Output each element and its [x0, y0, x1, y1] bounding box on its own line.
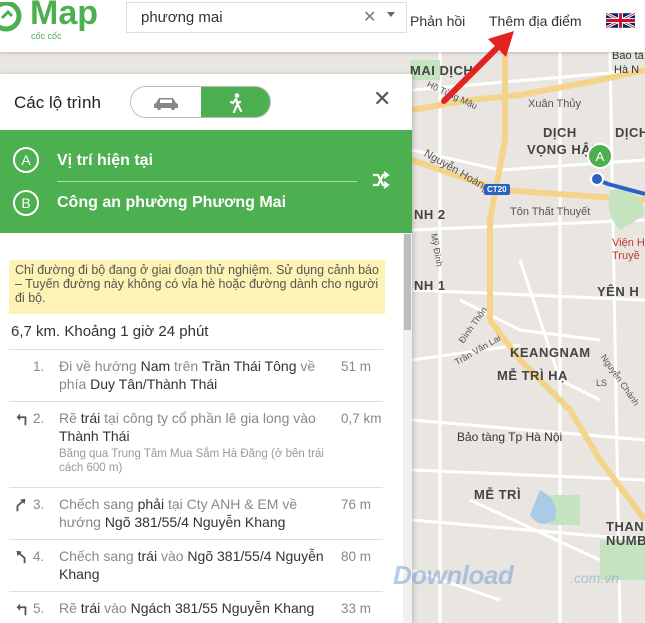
car-mode-button[interactable] — [131, 87, 201, 117]
step-instruction: Đi về hướng Nam trên Trần Thái Tông về p… — [59, 357, 334, 393]
clear-icon[interactable]: ✕ — [363, 7, 376, 27]
step-text: tại công ty cổ phần lê gia long vào — [100, 410, 316, 426]
step-number: 5. — [33, 601, 45, 616]
map-label-thanh: THANH — [606, 519, 645, 534]
step-text: Rẽ — [59, 410, 81, 426]
map-label-vien[interactable]: Viện H — [612, 237, 645, 249]
step-text: Chếch sang — [59, 496, 138, 512]
map-label-ls: LS — [596, 378, 608, 388]
step-text: vào — [100, 600, 131, 616]
search-input[interactable] — [141, 9, 351, 26]
map-label-numb: NUMB — [606, 533, 645, 548]
logo-subtext: cốc cốc — [31, 31, 62, 41]
step-text: Rẽ — [59, 600, 81, 616]
map-label-xuan-thuy: Xuân Thủy — [528, 98, 582, 110]
step-number: 1. — [33, 359, 45, 374]
map-marker-a-icon[interactable]: A — [585, 142, 615, 190]
step-text: Đi về hướng — [59, 358, 141, 374]
map-label-keangnam: KEANGNAM — [510, 345, 591, 360]
panel-scrollbar-thumb[interactable] — [404, 234, 411, 330]
step-highlight: Ngách 381/55 Nguyễn Khang — [130, 600, 315, 616]
route-panel: Các lộ trình ✕ A Vị trí hiện tại B Công — [0, 74, 412, 623]
close-icon[interactable]: ✕ — [373, 88, 391, 110]
waypoint-a-label[interactable]: Vị trí hiện tại — [57, 152, 153, 170]
walk-icon — [229, 93, 243, 113]
direction-step[interactable]: 5. Rẽ trái vào Ngách 381/55 Nguyễn Khang 3… — [9, 591, 383, 623]
waypoint-b-label[interactable]: Công an phường Phương Mai — [57, 194, 286, 212]
step-text: trên — [170, 358, 202, 374]
step-text: vào — [157, 548, 188, 564]
waypoint-b-badge: B — [13, 190, 39, 216]
step-distance: 51 m — [341, 359, 372, 374]
step-highlight: trái — [80, 410, 101, 426]
svg-text:A: A — [596, 149, 605, 164]
step-highlight: trái — [80, 600, 101, 616]
step-instruction: Rẽ trái vào Ngách 381/55 Nguyễn Khang — [59, 599, 334, 617]
travel-mode-toggle — [130, 86, 271, 118]
direction-step[interactable]: 2. Rẽ trái tại công ty cổ phần lê gia lon… — [9, 401, 383, 487]
watermark-suffix: .com.vn — [570, 570, 620, 586]
map-label-nh1: NH 1 — [414, 278, 446, 293]
step-highlight: Ngõ 381/55/4 Nguyễn Khang — [104, 514, 286, 530]
step-distance: 76 m — [341, 497, 372, 512]
step-text: Chếch sang — [59, 548, 138, 564]
direction-step[interactable]: 4. Chếch sang trái vào Ngõ 381/55/4 Nguyễ… — [9, 539, 383, 591]
swap-icon[interactable] — [370, 170, 390, 190]
waypoints-box: A Vị trí hiện tại B Công an phường Phươn… — [0, 130, 412, 233]
map-label-dich: DỊCH — [543, 125, 577, 140]
direction-steps: 1. Đi về hướng Nam trên Trần Thái Tông về… — [9, 349, 383, 623]
step-highlight: Thành Thái — [59, 428, 130, 444]
walk-mode-button[interactable] — [201, 87, 270, 117]
step-highlight: phải — [137, 496, 165, 512]
walking-warning: Chỉ đường đi bộ đang ở giai đoạn thử ngh… — [9, 260, 385, 314]
watermark: Download — [393, 560, 514, 590]
search-box[interactable]: ✕ — [126, 2, 407, 33]
ct20-badge: CT20 — [484, 184, 510, 195]
map-label-ton-that-thuyet: Tôn Thất Thuyết — [510, 206, 591, 218]
turn-left-icon — [16, 413, 27, 426]
route-panel-header: Các lộ trình ✕ — [0, 74, 412, 130]
step-highlight: Duy Tân/Thành Thái — [90, 376, 218, 392]
slight-left-icon — [16, 550, 26, 564]
step-note: Băng qua Trung Tâm Mua Sắm Hà Đăng (ở bê… — [59, 448, 324, 474]
route-panel-title: Các lộ trình — [14, 93, 101, 112]
step-instruction: Chếch sang phải tại Cty ANH & EM về hướn… — [59, 495, 334, 531]
slight-right-icon — [16, 498, 26, 512]
waypoint-a-badge: A — [13, 147, 39, 173]
step-number: 3. — [33, 497, 45, 512]
top-bar: Map cốc cốc ✕ Phản hồi Thêm địa điểm — [0, 0, 645, 52]
step-number: 4. — [33, 549, 45, 564]
map-label-ha-noi[interactable]: Hà N — [614, 64, 639, 76]
direction-step[interactable]: 1. Đi về hướng Nam trên Trần Thái Tông về… — [9, 349, 383, 401]
dropdown-caret-icon[interactable] — [387, 12, 395, 17]
map-label-me-tri-ha: MỄ TRÌ HẠ — [497, 368, 568, 383]
map-label-museum[interactable]: Bảo tàng Tp Hà Nội — [457, 430, 562, 444]
coccoc-logo-icon[interactable] — [0, 2, 24, 38]
step-highlight: Nam — [140, 358, 171, 374]
annotation-arrow-icon — [441, 31, 514, 104]
step-highlight: Trần Thái Tông — [201, 358, 297, 374]
step-number: 2. — [33, 411, 45, 426]
step-distance: 33 m — [341, 601, 372, 616]
map-label-nh2: NH 2 — [414, 207, 446, 222]
logo-text[interactable]: Map — [30, 0, 98, 30]
turn-left-icon — [16, 603, 27, 616]
step-distance: 80 m — [341, 549, 372, 564]
car-icon — [154, 98, 178, 110]
map-label-yen-hoa: YÊN H — [597, 284, 640, 299]
step-distance: 0,7 km — [341, 411, 382, 426]
uk-flag-icon[interactable] — [606, 11, 635, 30]
map-label-me-tri: MỄ TRÌ — [474, 487, 522, 502]
map-label-truyen[interactable]: Truyề — [612, 250, 640, 262]
direction-step[interactable]: 3. Chếch sang phải tại Cty ANH & EM về hư… — [9, 487, 383, 539]
route-summary: 6,7 km. Khoảng 1 giờ 24 phút — [11, 323, 209, 340]
step-highlight: trái — [137, 548, 158, 564]
step-instruction: Rẽ trái tại công ty cổ phần lê gia long … — [59, 409, 334, 445]
waypoint-divider — [57, 181, 357, 182]
map-label-dich-partial: DỊCH — [615, 125, 645, 140]
step-instruction: Chếch sang trái vào Ngõ 381/55/4 Nguyễn … — [59, 547, 334, 583]
